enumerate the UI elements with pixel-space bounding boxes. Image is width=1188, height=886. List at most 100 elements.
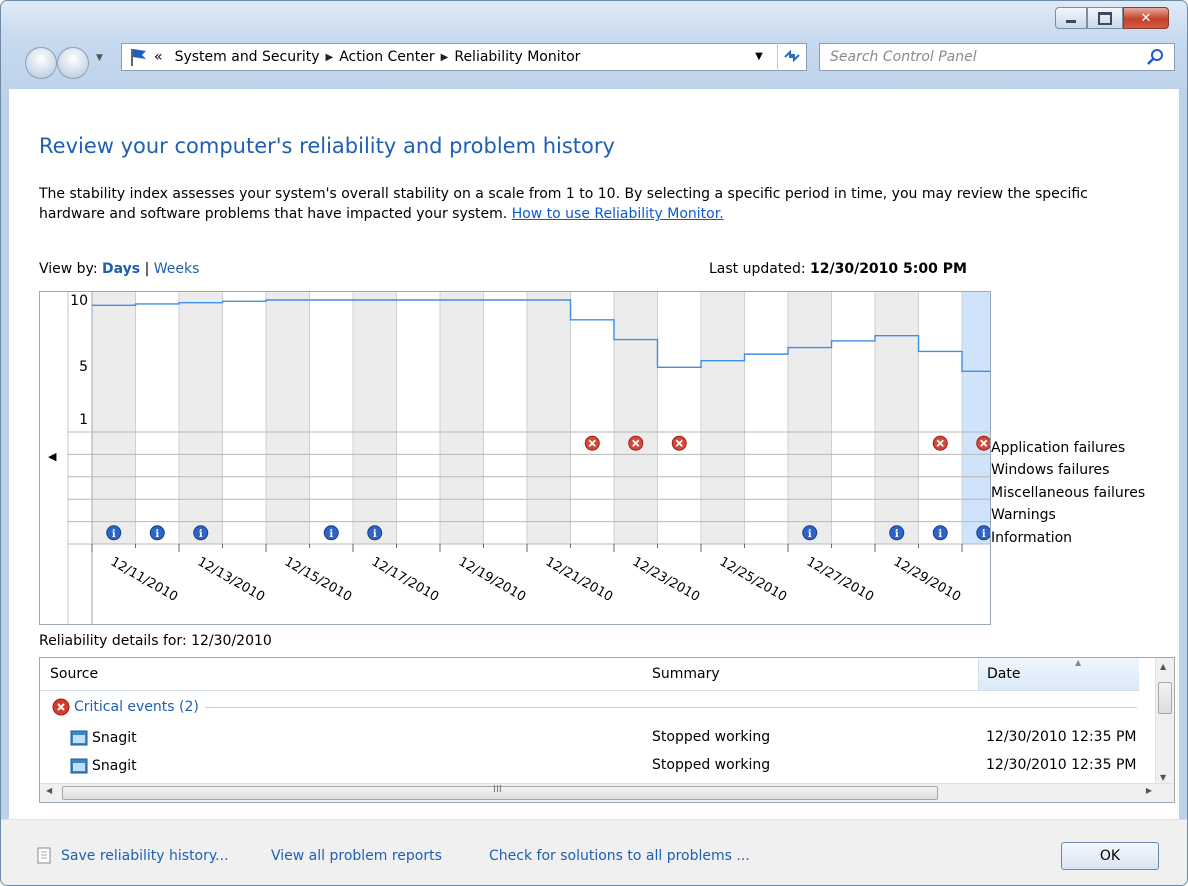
row-source: Snagit [70, 757, 137, 775]
last-updated-label: Last updated: [709, 261, 806, 277]
row-label-warnings: Warnings [991, 507, 1056, 524]
x-tick-label: 12/17/2010 [369, 554, 441, 604]
breadcrumb-action-center[interactable]: Action Center [339, 49, 434, 65]
page-title: Review your computer's reliability and p… [39, 134, 615, 158]
address-dropdown-icon[interactable]: ▼ [745, 43, 773, 69]
day-column [396, 292, 440, 544]
scroll-grip: III [493, 784, 502, 795]
flag-icon [131, 49, 146, 66]
scroll-up-icon[interactable]: ▲ [1160, 662, 1166, 671]
vertical-scrollbar[interactable]: ▲ ▼ [1155, 658, 1174, 786]
x-tick-label: 12/19/2010 [456, 554, 528, 604]
group-divider [204, 706, 1137, 708]
column-summary[interactable]: Summary [652, 666, 720, 682]
critical-error-icon [52, 698, 70, 716]
refresh-button[interactable] [777, 43, 806, 69]
horizontal-scrollbar[interactable]: ◀ III ▶ [40, 783, 1174, 802]
maximize-button[interactable] [1087, 7, 1123, 29]
column-source[interactable]: Source [50, 666, 98, 682]
view-weeks-link[interactable]: Weeks [154, 261, 200, 277]
day-column [831, 292, 875, 544]
reliability-monitor-window: ✕ ▼ « System and Security ▶ Action Cente… [0, 0, 1188, 886]
day-column [657, 292, 701, 544]
y-tick-label: 10 [70, 293, 88, 309]
day-column [440, 292, 484, 544]
check-for-solutions-link[interactable]: Check for solutions to all problems ... [489, 848, 750, 864]
x-tick-label: 12/25/2010 [717, 554, 789, 604]
day-column [918, 292, 962, 544]
details-label: Reliability details for: 12/30/2010 [39, 633, 272, 649]
vertical-scroll-thumb[interactable] [1158, 682, 1172, 714]
information-icon-glyph: i [112, 529, 116, 540]
last-updated: Last updated: 12/30/2010 5:00 PM [709, 261, 967, 277]
breadcrumb-separator-icon[interactable]: ▶ [326, 52, 334, 63]
search-input[interactable]: Search Control Panel [830, 49, 1146, 65]
search-box[interactable]: Search Control Panel [819, 43, 1175, 71]
x-tick-label: 12/15/2010 [282, 554, 354, 604]
reliability-chart[interactable]: 10 5 1 i i i i i i i i i 12/11/2010 12/13/2010 12/15/2… [39, 291, 1019, 625]
save-reliability-history-link[interactable]: Save reliability history... [61, 848, 229, 864]
information-icon-glyph: i [329, 529, 333, 540]
x-tick-label: 12/23/2010 [630, 554, 702, 604]
how-to-use-link[interactable]: How to use Reliability Monitor. [512, 206, 724, 222]
breadcrumb-reliability-monitor[interactable]: Reliability Monitor [454, 49, 580, 65]
breadcrumb-overflow[interactable]: « [154, 49, 163, 65]
day-column [701, 292, 745, 544]
information-icon-glyph: i [895, 529, 899, 540]
title-bar: ✕ [1, 1, 1187, 35]
day-column [570, 292, 614, 544]
recent-pages-arrow-icon[interactable]: ▼ [96, 53, 103, 63]
row-source: Snagit [70, 729, 137, 747]
day-column [222, 292, 266, 544]
chart-scroll-left-icon[interactable]: ◀ [48, 450, 57, 463]
column-date[interactable]: Date ▲ [978, 658, 1139, 690]
view-all-problem-reports-link[interactable]: View all problem reports [271, 848, 442, 864]
application-icon [70, 758, 88, 774]
scroll-left-icon[interactable]: ◀ [46, 786, 52, 795]
window-controls: ✕ [1055, 7, 1169, 29]
table-row[interactable]: Snagit Stopped working 12/30/2010 12:35 … [40, 754, 1140, 778]
critical-events-group[interactable]: Critical events (2) [52, 698, 1137, 716]
chart-row-labels: Application failures Windows failures Mi… [991, 437, 1145, 549]
forward-button[interactable] [57, 47, 89, 79]
information-icon-glyph: i [373, 529, 377, 540]
details-table[interactable]: Source Summary Date ▲ Critical events (2… [39, 657, 1175, 803]
sort-ascending-icon: ▲ [1075, 658, 1082, 667]
address-bar[interactable]: « System and Security ▶ Action Center ▶ … [121, 43, 807, 71]
table-row[interactable]: Snagit Stopped working 12/30/2010 12:35 … [40, 726, 1140, 750]
day-column [353, 292, 397, 544]
back-button[interactable] [25, 47, 57, 79]
day-column [875, 292, 919, 544]
scroll-down-icon[interactable]: ▼ [1160, 773, 1166, 782]
critical-events-label[interactable]: Critical events (2) [74, 699, 199, 715]
x-tick-label: 12/29/2010 [891, 554, 963, 604]
view-by-label: View by: [39, 261, 98, 277]
breadcrumb-separator-icon[interactable]: ▶ [441, 52, 449, 63]
row-summary: Stopped working [652, 757, 771, 773]
ok-button[interactable]: OK [1061, 842, 1159, 870]
y-tick-label: 1 [79, 412, 88, 428]
day-column [744, 292, 788, 544]
day-column [309, 292, 353, 544]
x-tick-label: 12/21/2010 [543, 554, 615, 604]
row-label-application-failures: Application failures [991, 440, 1126, 456]
search-icon[interactable] [1146, 47, 1166, 67]
day-column [614, 292, 658, 544]
navigation-bar: ▼ « System and Security ▶ Action Center … [1, 35, 1187, 79]
breadcrumb-system-and-security[interactable]: System and Security [175, 49, 320, 65]
reliability-chart-svg[interactable]: 10 5 1 i i i i i i i i i 12/11/2010 12/13/2010 12/15/2… [40, 292, 1019, 624]
row-summary: Stopped working [652, 729, 771, 745]
x-tick-label: 12/27/2010 [804, 554, 876, 604]
row-date: 12/30/2010 12:35 PM [986, 729, 1137, 745]
minimize-button[interactable] [1055, 7, 1087, 29]
y-tick-label: 5 [79, 359, 88, 375]
view-days-link[interactable]: Days [102, 261, 140, 277]
horizontal-scroll-thumb[interactable]: III [62, 784, 938, 800]
minimize-icon [1066, 19, 1076, 23]
day-column [135, 292, 179, 544]
application-icon [70, 730, 88, 746]
scroll-right-icon[interactable]: ▶ [1146, 786, 1152, 795]
close-button[interactable]: ✕ [1123, 7, 1169, 29]
information-icon-glyph: i [155, 529, 159, 540]
information-icon-glyph: i [199, 529, 203, 540]
